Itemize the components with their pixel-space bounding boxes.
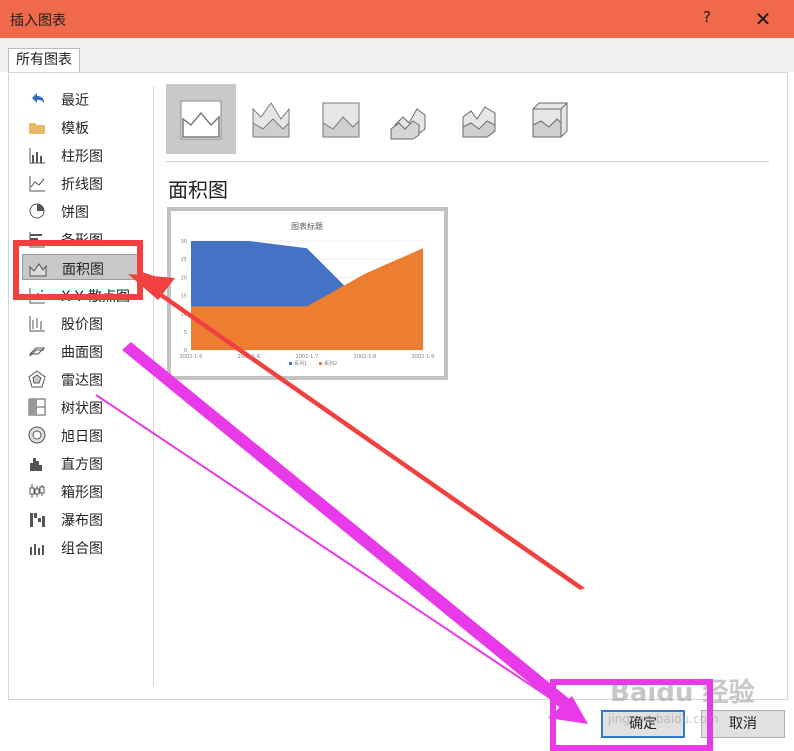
subtype-area[interactable] (166, 84, 236, 154)
category-label: 箱形图 (61, 485, 103, 501)
x-tick-label: 2002-1-5 (180, 354, 203, 360)
y-tick-label: 15 (181, 294, 187, 300)
combo-chart-icon (30, 544, 44, 555)
legend-swatch (319, 362, 322, 365)
recent-icon (32, 93, 44, 103)
3d-area-icon (390, 108, 426, 140)
category-label: 曲面图 (61, 345, 103, 361)
stacked-area-icon (252, 102, 290, 138)
sidebar-divider (153, 86, 154, 686)
category-label: 组合图 (61, 541, 103, 557)
category-item-1[interactable]: 最近 (22, 86, 140, 112)
title-bar: 插入图表 ? ✕ (0, 0, 794, 38)
category-label: 饼图 (61, 205, 89, 221)
area-chart-preview: 图表标题0510152025302002-1-5 2002-1-6 2002-1-7… (180, 221, 435, 367)
dialog-title: 插入图表 (10, 13, 66, 29)
histogram-chart-icon (30, 458, 42, 471)
category-item-6[interactable]: 条形图 (22, 226, 140, 252)
area-chart-icon (29, 263, 47, 277)
x-tick-label: 2002-1-9 (412, 354, 435, 360)
category-label: 雷达图 (61, 373, 103, 389)
chart-preview[interactable]: 图表标题 0 5 10 15 20 25 30 2002-1-5 2002-1-6 2002-1-7… (167, 207, 448, 380)
chart-title: 图表标题 (291, 221, 323, 231)
x-tick-label: 2002-1-6 (238, 354, 261, 360)
category-label: 旭日图 (61, 429, 103, 445)
sunburst-chart-icon (28, 426, 46, 444)
y-tick-label: 5 (184, 330, 187, 336)
chart-type-heading: 面积图 (168, 178, 228, 202)
waterfall-chart-icon (30, 513, 45, 527)
help-button[interactable]: ? (698, 8, 716, 30)
category-item-11[interactable]: 雷达图 (22, 366, 140, 392)
3d-100-percent-stacked-area-icon (532, 102, 568, 138)
category-label: 模板 (61, 121, 89, 137)
category-label: 面积图 (62, 262, 104, 278)
baidu-watermark-logo: Baidu 经验 (610, 678, 755, 708)
pie-chart-icon (29, 203, 45, 219)
scatter-chart-icon (29, 288, 45, 304)
100-percent-stacked-area-icon (322, 102, 360, 138)
category-label: 条形图 (61, 233, 103, 249)
tab-all-charts[interactable]: 所有图表 (8, 48, 80, 72)
close-button[interactable]: ✕ (746, 4, 780, 34)
category-label: 瀑布图 (61, 513, 103, 529)
category-item-17[interactable]: 组合图 (22, 534, 140, 560)
category-item-13[interactable]: 旭日图 (22, 422, 140, 448)
treemap-chart-icon (28, 398, 46, 416)
y-tick-label: 25 (181, 257, 187, 263)
category-label: 柱形图 (61, 149, 103, 165)
radar-chart-icon (28, 370, 46, 388)
legend-label: 系列2 (324, 360, 337, 367)
category-label: 树状图 (61, 401, 103, 417)
category-item-15[interactable]: 箱形图 (22, 478, 140, 504)
y-tick-label: 20 (181, 275, 187, 281)
category-item-10[interactable]: 曲面图 (22, 338, 140, 364)
y-tick-label: 30 (181, 239, 187, 245)
subtype-100-stacked-area[interactable] (306, 84, 376, 154)
folder-icon (29, 123, 45, 134)
category-item-12[interactable]: 树状图 (22, 394, 140, 420)
category-label: 直方图 (61, 457, 103, 473)
category-item-16[interactable]: 瀑布图 (22, 506, 140, 532)
category-item-5[interactable]: 饼图 (22, 198, 140, 224)
legend-label: 系列1 (294, 360, 307, 367)
category-item-9[interactable]: 股价图 (22, 310, 140, 336)
bar-chart-icon (29, 232, 45, 248)
tab-strip: 所有图表 (0, 38, 794, 72)
legend-swatch (289, 362, 292, 365)
category-item-2[interactable]: 模板 (22, 114, 140, 140)
x-tick-label: 2002-1-8 (354, 354, 377, 360)
category-item-3[interactable]: 柱形图 (22, 142, 140, 168)
gallery-separator (166, 161, 769, 162)
category-label: 股价图 (61, 317, 103, 333)
baidu-watermark-url: jingyan.baidu.com (608, 712, 719, 726)
category-label: 折线图 (61, 177, 103, 193)
area-icon (180, 100, 222, 140)
subtype-3d-100-stacked-area[interactable] (516, 84, 586, 154)
category-label: X Y 散点图 (61, 289, 131, 305)
y-tick-label: 10 (181, 312, 187, 318)
category-item-8[interactable]: X Y 散点图 (22, 282, 140, 308)
subtype-3d-stacked-area[interactable] (446, 84, 516, 154)
subtype-stacked-area[interactable] (236, 84, 306, 154)
category-item-4[interactable]: 折线图 (22, 170, 140, 196)
box-whisker-chart-icon (29, 484, 45, 498)
subtype-3d-area[interactable] (376, 84, 446, 154)
category-item-7[interactable]: 面积图 (22, 254, 140, 280)
x-tick-label: 2002-1-7 (296, 354, 319, 360)
magenta-arrow-head (548, 696, 588, 724)
surface-chart-icon (28, 347, 46, 357)
category-item-14[interactable]: 直方图 (22, 450, 140, 476)
3d-stacked-area-icon (462, 106, 496, 138)
stock-chart-icon (29, 316, 45, 332)
line-chart-icon (29, 176, 45, 192)
column-chart-icon (29, 148, 45, 164)
category-label: 最近 (61, 93, 89, 109)
